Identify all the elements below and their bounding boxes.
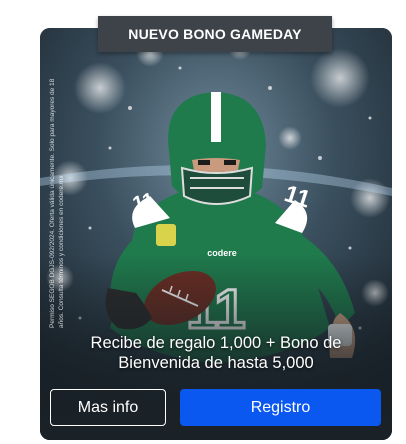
legal-disclaimer: Permiso SEGOB DGJS-092/2024. Oferta váli… [49, 78, 65, 328]
hero-image: 11 codere 11 11 [40, 28, 392, 440]
promo-badge-label: NUEVO BONO GAMEDAY [128, 26, 302, 42]
promo-badge: NUEVO BONO GAMEDAY [98, 16, 332, 52]
register-button[interactable]: Registro [180, 389, 381, 426]
promo-text: Recibe de regalo 1,000 + Bono de Bienven… [90, 334, 342, 372]
more-info-button[interactable]: Mas info [50, 389, 166, 426]
promo-card: 11 codere 11 11 [40, 28, 392, 440]
